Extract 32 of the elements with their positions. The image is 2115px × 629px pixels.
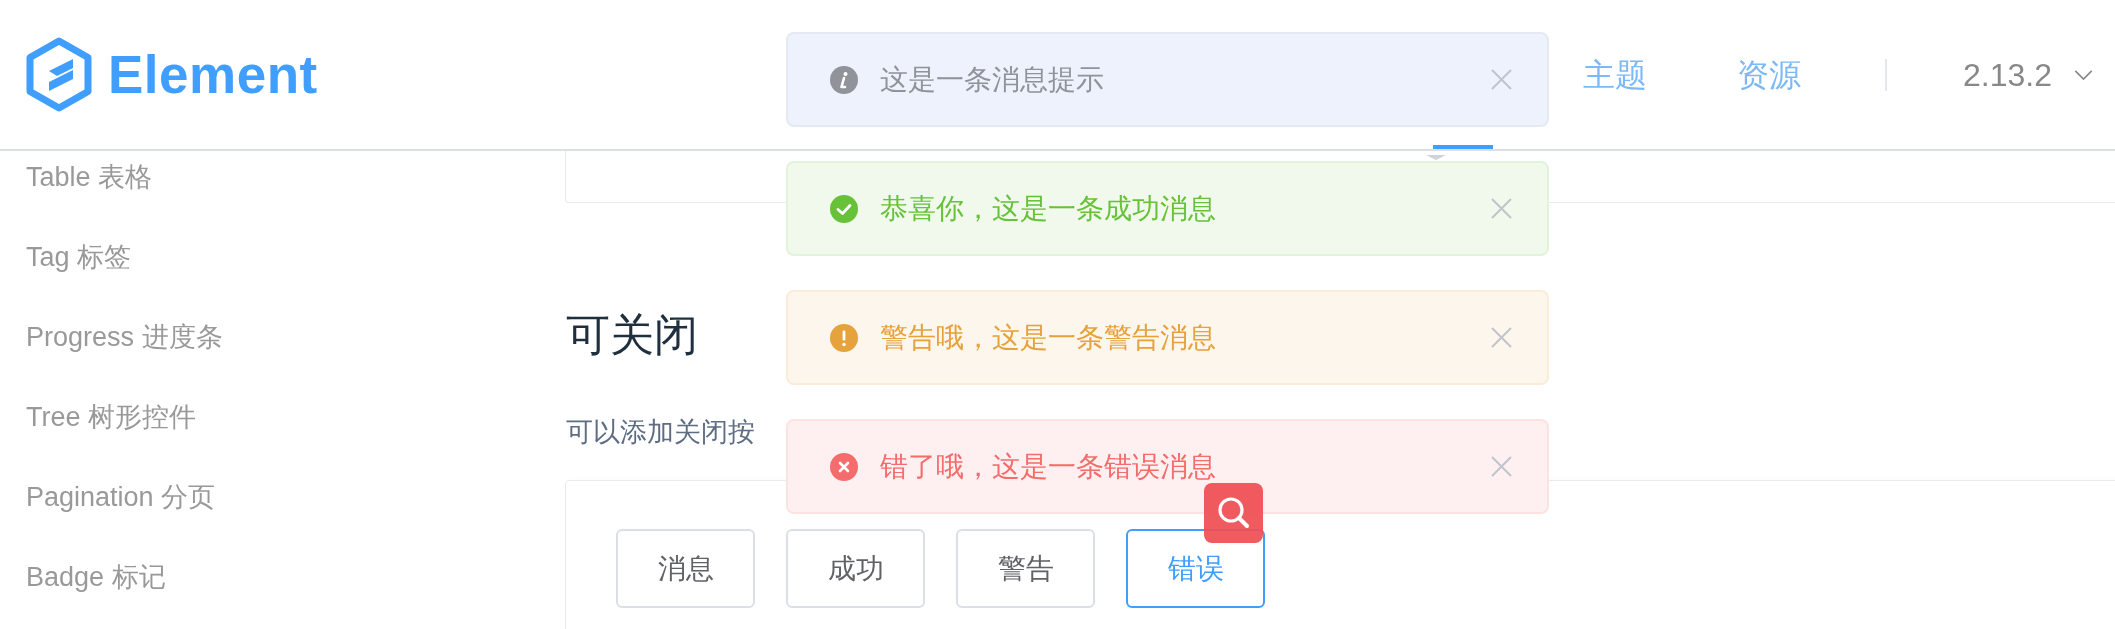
section-description: 可以添加关闭按 <box>566 416 755 449</box>
message-text: 警告哦，这是一条警告消息 <box>880 320 1216 355</box>
close-icon[interactable] <box>1491 456 1512 477</box>
close-icon[interactable] <box>1491 198 1512 219</box>
close-icon[interactable] <box>1491 69 1512 90</box>
message-text: 这是一条消息提示 <box>880 62 1104 97</box>
sidebar-link[interactable]: Tree 树形控件 <box>26 397 196 437</box>
nav-link[interactable]: 主题 <box>1583 54 1648 95</box>
chevron-down-icon <box>2074 69 2093 80</box>
exclamation-circle-icon <box>830 323 858 352</box>
search-icon[interactable] <box>1204 483 1263 543</box>
message-text: 错了哦，这是一条错误消息 <box>880 449 1216 484</box>
demo-button[interactable]: 错误 <box>1126 529 1265 608</box>
demo-button[interactable]: 成功 <box>786 529 925 608</box>
close-icon[interactable] <box>1491 327 1512 348</box>
nav-link[interactable]: 资源 <box>1737 54 1802 95</box>
logo-icon <box>26 37 92 112</box>
sidebar-link[interactable]: Tag 标签 <box>26 237 132 277</box>
x-circle-icon <box>830 452 858 481</box>
info-icon <box>830 65 858 94</box>
demo-button[interactable]: 警告 <box>956 529 1095 608</box>
sidebar-link[interactable]: Progress 进度条 <box>26 317 223 357</box>
sidebar-link[interactable]: Table 表格 <box>26 157 153 197</box>
message-text: 恭喜你，这是一条成功消息 <box>880 191 1216 226</box>
sidebar-link[interactable]: Pagination 分页 <box>26 477 216 517</box>
sidebar-link[interactable]: Badge 标记 <box>26 557 166 597</box>
check-circle-icon <box>830 194 858 223</box>
triangle-icon <box>1426 155 1447 160</box>
demo-button[interactable]: 消息 <box>616 529 755 608</box>
section-heading: 可关闭 <box>566 309 698 361</box>
version-dropdown[interactable]: 2.13.2 <box>1963 54 2093 95</box>
logo-text[interactable]: Element <box>108 48 318 101</box>
